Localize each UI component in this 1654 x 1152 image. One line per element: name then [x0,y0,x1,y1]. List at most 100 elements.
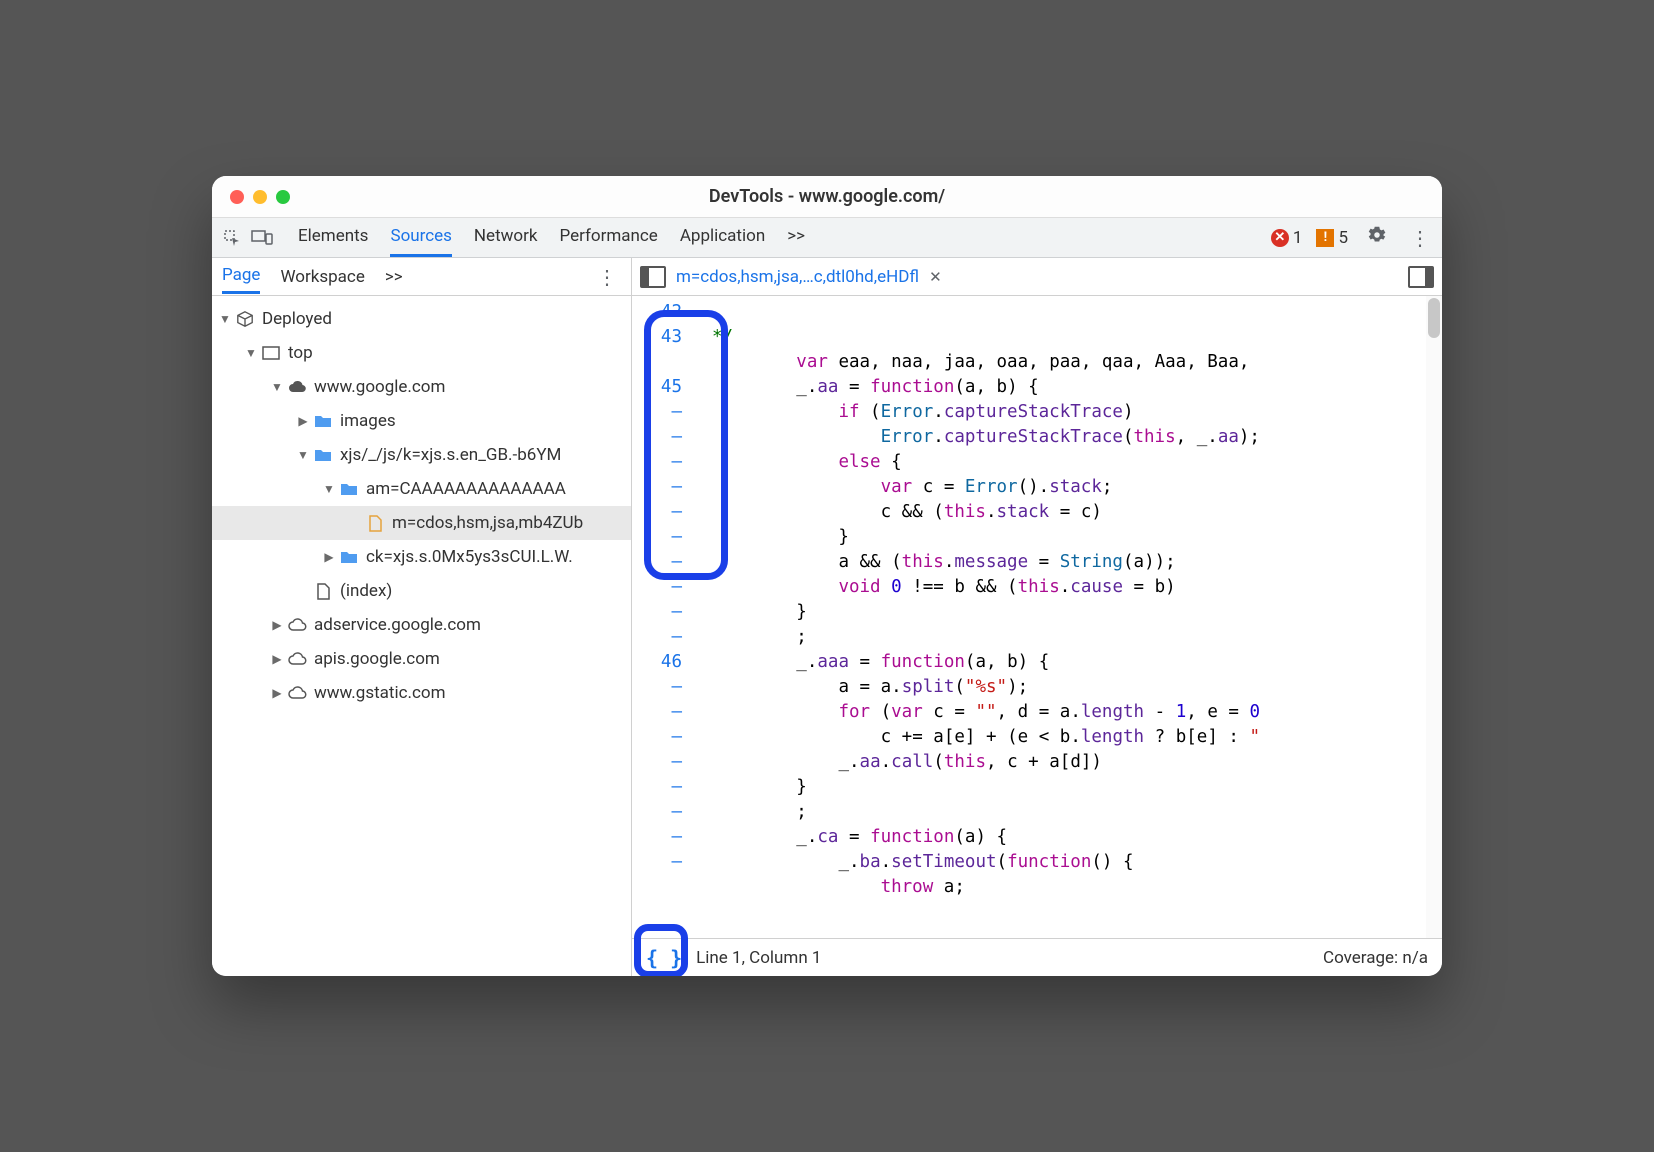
gutter-line[interactable]: – [632,450,682,475]
tree-expand-icon[interactable]: ▼ [218,312,232,326]
code-area[interactable]: */ var eaa, naa, jaa, oaa, paa, qaa, Aaa… [712,296,1426,938]
tree-expand-icon[interactable]: ▶ [270,686,284,700]
gutter-line[interactable]: – [632,825,682,850]
toggle-navigator-icon[interactable] [640,266,666,288]
gutter-line[interactable]: – [632,675,682,700]
gutter-line[interactable]: – [632,400,682,425]
gutter-line[interactable]: – [632,775,682,800]
code-line: _.aaa = function(a, b) { [712,650,1426,675]
tree-item[interactable]: ▼www.google.com [212,370,631,404]
gutter-line[interactable]: – [632,700,682,725]
tree-item[interactable]: ▶ www.gstatic.com [212,676,631,710]
scrollbar[interactable] [1426,296,1442,938]
gutter-line[interactable]: 42 [632,300,682,325]
code-line: } [712,600,1426,625]
file-tree: ▼Deployed▼top▼www.google.com ▶ images ▼xjs/… [212,296,631,976]
code-line: _.ba.setTimeout(function() { [712,850,1426,875]
gutter-line[interactable]: – [632,475,682,500]
gutter-line[interactable]: – [632,725,682,750]
error-count[interactable]: ✕ 1 [1271,228,1303,248]
tree-item-label: apis.google.com [314,649,440,669]
code-line [712,300,1426,325]
tree-item-label: ck=xjs.s.0Mx5ys3sCUI.L.W. [366,547,573,567]
tree-item[interactable]: ▶ ck=xjs.s.0Mx5ys3sCUI.L.W. [212,540,631,574]
pretty-print-icon[interactable]: { } [646,946,682,970]
cloud-outline-icon [286,618,308,632]
titlebar: DevTools - www.google.com/ [212,176,1442,218]
tab-sources[interactable]: Sources [390,218,451,257]
cloud-outline-icon [286,686,308,700]
tree-expand-icon[interactable]: ▶ [322,550,336,564]
window-title: DevTools - www.google.com/ [709,186,945,207]
device-toggle-icon[interactable] [250,226,274,250]
inspect-icon[interactable] [220,226,244,250]
gutter-line[interactable]: – [632,850,682,875]
gutter-line[interactable]: 45 [632,375,682,400]
tree-expand-icon[interactable]: ▼ [296,448,310,462]
warning-count[interactable]: ! 5 [1316,228,1348,248]
code-line: var eaa, naa, jaa, oaa, paa, qaa, Aaa, B… [712,350,1426,375]
tree-item-label: am=CAAAAAAAAAAAAAA [366,479,566,499]
tree-item[interactable]: ▼top [212,336,631,370]
window-maximize-button[interactable] [276,190,290,204]
gutter-line[interactable]: – [632,550,682,575]
status-bar: { } Line 1, Column 1 Coverage: n/a [632,938,1442,976]
line-gutter[interactable]: 424345––––––––––46–––––––– [632,296,712,938]
gutter-line[interactable] [632,350,682,375]
sidebar-tab-workspace[interactable]: Workspace [280,261,364,293]
window-close-button[interactable] [230,190,244,204]
code-line: ; [712,800,1426,825]
gutter-line[interactable]: – [632,500,682,525]
sidebar-tab-page[interactable]: Page [222,259,260,294]
tree-item[interactable]: ▼xjs/_/js/k=xjs.s.en_GB.-b6YM [212,438,631,472]
tree-expand-icon[interactable]: ▼ [270,380,284,394]
tree-item[interactable]: ▼Deployed [212,302,631,336]
tree-item[interactable]: ▶ apis.google.com [212,642,631,676]
tab-network[interactable]: Network [474,218,538,257]
code-line: for (var c = "", d = a.length - 1, e = 0 [712,700,1426,725]
tab-application[interactable]: Application [680,218,765,257]
tab-elements[interactable]: Elements [298,218,368,257]
tree-item[interactable]: ▶adservice.google.com [212,608,631,642]
code-line: else { [712,450,1426,475]
code-line: throw a; [712,875,1426,900]
window-minimize-button[interactable] [253,190,267,204]
close-tab-icon[interactable]: ✕ [929,268,942,286]
gutter-line[interactable]: 43 [632,325,682,350]
code-line: _.aa.call(this, c + a[d]) [712,750,1426,775]
tree-item[interactable]: ▼ am=CAAAAAAAAAAAAAA [212,472,631,506]
gutter-line[interactable]: 46 [632,650,682,675]
gutter-line[interactable]: – [632,575,682,600]
tree-item-label: www.gstatic.com [314,683,445,703]
tree-item-label: m=cdos,hsm,jsa,mb4ZUb [392,513,583,533]
tree-item-label: images [340,411,396,431]
toggle-debugger-icon[interactable] [1408,266,1434,288]
gutter-line[interactable]: – [632,800,682,825]
more-icon[interactable]: ⋮ [1406,226,1434,250]
code-line: */ [712,325,1426,350]
settings-icon[interactable] [1362,224,1392,251]
code-line: c += a[e] + (e < b.length ? b[e] : " [712,725,1426,750]
tree-expand-icon[interactable]: ▶ [270,618,284,632]
tree-expand-icon[interactable]: ▼ [244,346,258,360]
sidebar-more-icon[interactable]: ⋮ [593,265,621,289]
tree-item[interactable]: ▶(index) [212,574,631,608]
gutter-line[interactable]: – [632,425,682,450]
tree-expand-icon[interactable]: ▶ [296,414,310,428]
tab-performance[interactable]: Performance [559,218,657,257]
cube-icon [234,310,256,328]
file-tab[interactable]: m=cdos,hsm,jsa,…c,dtl0hd,eHDfl ✕ [676,267,942,287]
sidebar-tabs-overflow[interactable]: >> [385,267,403,287]
gutter-line[interactable]: – [632,525,682,550]
tree-item-label: (index) [340,581,392,601]
tree-item[interactable]: ▶ images [212,404,631,438]
gutter-line[interactable]: – [632,600,682,625]
tabs-overflow[interactable]: >> [787,218,805,257]
tree-expand-icon[interactable]: ▼ [322,482,336,496]
code-line: void 0 !== b && (this.cause = b) [712,575,1426,600]
tree-expand-icon[interactable]: ▶ [270,652,284,666]
tree-item[interactable]: ▶m=cdos,hsm,jsa,mb4ZUb [212,506,631,540]
panel-tabs: Elements Sources Network Performance App… [298,218,805,257]
gutter-line[interactable]: – [632,625,682,650]
gutter-line[interactable]: – [632,750,682,775]
